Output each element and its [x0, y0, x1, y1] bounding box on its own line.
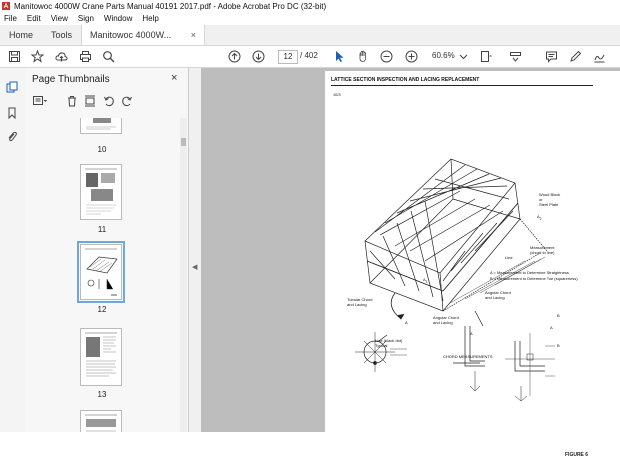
label-angular-mid: Angular Chord and Lacing [433, 315, 459, 325]
zoom-out-icon[interactable] [379, 49, 394, 64]
tab-document[interactable]: Manitowoc 4000W... × [81, 25, 206, 45]
label-a2-sub: 2 [539, 216, 542, 221]
page-total: / 402 [300, 51, 318, 60]
rotate-ccw-icon[interactable] [102, 94, 116, 108]
legend-b: B = Measurement to Determine Toe (square… [490, 276, 578, 281]
label-a-angular: A [470, 331, 473, 336]
window-title: Manitowoc 4000W Crane Parts Manual 40191… [14, 1, 327, 11]
search-icon[interactable] [101, 49, 116, 64]
label-tubular: Tubular Chord and Lacing [347, 297, 373, 307]
thumbnails-panel: Page Thumbnails × 10 11 12 13 [25, 68, 189, 432]
zoom-in-icon[interactable] [404, 49, 419, 64]
page-preview [85, 248, 118, 296]
select-cursor-icon[interactable] [332, 49, 347, 64]
thumbnail-page[interactable] [80, 164, 122, 220]
thumbnail-options-icon[interactable] [33, 94, 47, 108]
label-a-right: A [550, 325, 553, 330]
thumbnail-label: 13 [97, 390, 107, 399]
collapse-arrow-icon[interactable]: ◀ [192, 263, 197, 271]
scroll-mode-icon[interactable] [508, 49, 523, 64]
delete-icon[interactable] [65, 94, 79, 108]
tab-tools[interactable]: Tools [42, 25, 81, 45]
document-canvas[interactable]: LATTICE SECTION INSPECTION AND LACING RE… [201, 68, 620, 458]
thumbnail-page[interactable] [80, 328, 122, 386]
thumbnail-list: 10 11 12 13 [25, 118, 179, 432]
zoom-chevron-icon[interactable] [456, 49, 471, 64]
attachment-icon[interactable] [5, 130, 19, 144]
heading-rule [331, 85, 593, 86]
panel-toolbar [29, 94, 179, 110]
label-b-angular: B [557, 313, 560, 318]
scrollbar-thumb[interactable] [181, 138, 186, 146]
save-icon[interactable] [7, 49, 22, 64]
menu-sign[interactable]: Sign [78, 14, 94, 23]
label-a-tubular: A [405, 320, 408, 325]
label-wood-block: Wood Block or Steel Plate [539, 192, 561, 207]
page-number-input[interactable]: 12 [278, 50, 298, 64]
label-a2: A2 [537, 214, 542, 221]
page-preview [86, 118, 116, 130]
page-preview [85, 414, 117, 432]
thumbnail-page-selected[interactable] [77, 241, 125, 303]
panel-close-icon[interactable]: × [171, 72, 177, 84]
rotate-cw-icon[interactable] [120, 94, 134, 108]
extract-page-icon[interactable] [83, 94, 97, 108]
pdf-page: LATTICE SECTION INSPECTION AND LACING RE… [325, 71, 620, 458]
highlight-pen-icon[interactable] [568, 49, 583, 64]
tab-home[interactable]: Home [0, 25, 42, 45]
tab-document-label: Manitowoc 4000W... [90, 30, 172, 40]
page-down-icon[interactable] [251, 49, 266, 64]
label-b2-angular: B [557, 343, 560, 348]
label-angular-top: Angular Chord and Lacing [485, 290, 511, 300]
page-heading: LATTICE SECTION INSPECTION AND LACING RE… [331, 77, 480, 83]
bookmark-star-icon[interactable] [30, 49, 45, 64]
thumbnail-scrollbar[interactable] [180, 118, 187, 432]
thumbnail-label: 10 [97, 145, 107, 154]
thumbnail-page[interactable] [80, 410, 122, 432]
comment-icon[interactable] [544, 49, 559, 64]
fit-page-icon[interactable] [478, 49, 493, 64]
title-bar: Manitowoc 4000W Crane Parts Manual 40191… [0, 0, 620, 12]
toolbar: 12 / 402 60.6% [0, 46, 620, 68]
thumbnail-label: 12 [97, 305, 107, 314]
page-thumbnails-icon[interactable] [5, 80, 19, 94]
page-preview [85, 332, 117, 377]
navigation-rail [0, 68, 26, 432]
menu-help[interactable]: Help [142, 14, 158, 23]
figure-code: 4825 [333, 93, 341, 97]
tab-close-icon[interactable]: × [191, 30, 196, 40]
label-measurement: Measurement (chord to line) [530, 245, 555, 255]
thumbnail-page[interactable] [80, 118, 122, 134]
sign-icon[interactable] [592, 49, 607, 64]
figure-caption: FIGURE 6 [565, 452, 589, 458]
label-a1: A1 [423, 277, 428, 284]
acrobat-icon [2, 2, 10, 10]
panel-title: Page Thumbnails [32, 74, 110, 85]
hand-tool-icon[interactable] [356, 49, 371, 64]
label-line: Line [505, 255, 513, 260]
menu-file[interactable]: File [4, 14, 17, 23]
menu-bar: File Edit View Sign Window Help [0, 12, 620, 25]
cloud-upload-icon[interactable] [54, 49, 69, 64]
menu-window[interactable]: Window [104, 14, 132, 23]
label-a1-sub: 1 [425, 279, 428, 284]
label-line-black: Line (black dot) Typical [375, 338, 403, 348]
zoom-dropdown[interactable]: 60.6% [432, 51, 455, 60]
tab-bar: Home Tools Manitowoc 4000W... × [0, 25, 620, 46]
menu-view[interactable]: View [51, 14, 68, 23]
page-preview [85, 168, 117, 215]
label-chord-measurements: CHORD MEASUREMENTS [443, 354, 493, 359]
print-icon[interactable] [78, 49, 93, 64]
thumbnail-label: 11 [97, 225, 107, 234]
panel-collapse-handle[interactable]: ◀ [189, 68, 201, 432]
bookmark-icon[interactable] [5, 106, 19, 120]
page-up-icon[interactable] [227, 49, 242, 64]
menu-edit[interactable]: Edit [27, 14, 41, 23]
